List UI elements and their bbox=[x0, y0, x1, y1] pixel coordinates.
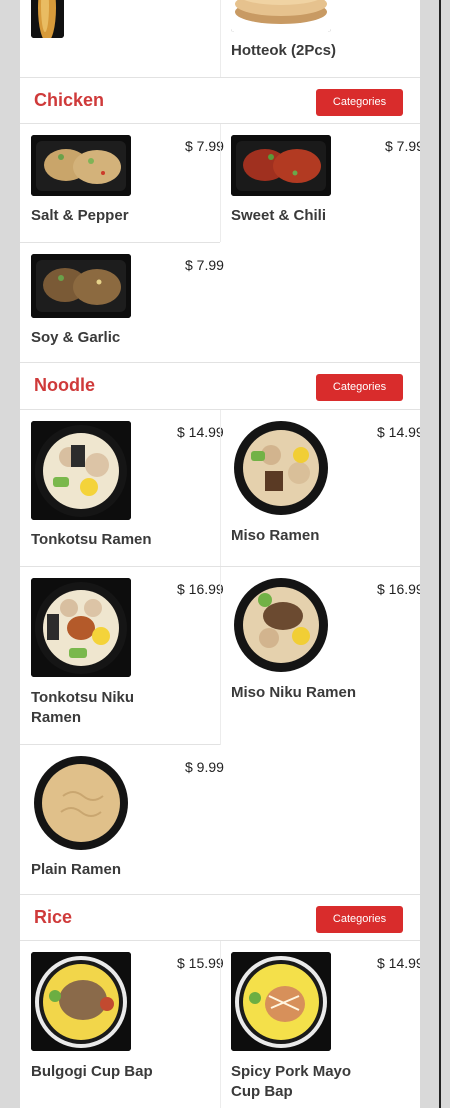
categories-button[interactable]: Categories bbox=[316, 374, 403, 401]
section-title-chicken: Chicken bbox=[34, 90, 105, 110]
spicy-pork-mayo-cup-bap-image[interactable] bbox=[231, 952, 331, 1051]
item-name: Bulgogi Cup Bap bbox=[31, 1063, 153, 1080]
section-title-noodle: Noodle bbox=[34, 375, 95, 395]
item-price: $ 14.99 bbox=[377, 955, 420, 971]
item-name: Spicy Pork Mayo Cup Bap bbox=[231, 1063, 352, 1100]
item-name: Miso Niku Ramen bbox=[231, 684, 357, 701]
hotteok-image[interactable] bbox=[231, 0, 331, 32]
grid-divider bbox=[220, 567, 221, 745]
item-price: $ 16.99 bbox=[377, 581, 420, 597]
categories-button[interactable]: Categories bbox=[316, 906, 403, 933]
bulgogi-cup-bap-image[interactable] bbox=[31, 952, 131, 1051]
row-divider bbox=[20, 744, 220, 745]
section-divider bbox=[20, 77, 420, 78]
grid-divider bbox=[220, 124, 221, 242]
section-divider bbox=[20, 362, 420, 363]
item-name: Hotteok (2Pcs) bbox=[231, 42, 337, 59]
menu-panel[interactable]: Hotteok (2Pcs) Chicken Categories $ 7.99… bbox=[20, 0, 420, 1108]
miso-ramen-image[interactable] bbox=[231, 421, 331, 516]
salt-pepper-image[interactable] bbox=[31, 135, 131, 196]
miso-niku-ramen-image[interactable] bbox=[231, 578, 331, 673]
item-name: Tonkotsu Niku Ramen bbox=[31, 689, 135, 726]
item-name: Plain Ramen bbox=[31, 861, 122, 878]
grid-divider bbox=[220, 941, 221, 1108]
item-name: Miso Ramen bbox=[231, 527, 320, 544]
corn-dog-image[interactable] bbox=[31, 0, 64, 38]
sweet-chili-image[interactable] bbox=[231, 135, 331, 196]
item-price: $ 7.99 bbox=[185, 257, 224, 273]
item-price: $ 16.99 bbox=[177, 581, 224, 597]
item-price: $ 9.99 bbox=[185, 759, 224, 775]
item-name: Salt & Pepper bbox=[31, 207, 129, 224]
item-name: Sweet & Chili bbox=[231, 207, 327, 224]
tonkotsu-ramen-image[interactable] bbox=[31, 421, 131, 520]
categories-button[interactable]: Categories bbox=[316, 89, 403, 116]
plain-ramen-image[interactable] bbox=[31, 756, 131, 851]
item-price: $ 15.99 bbox=[177, 955, 224, 971]
item-price: $ 7.99 bbox=[185, 138, 224, 154]
item-name: Tonkotsu Ramen bbox=[31, 531, 152, 548]
section-title-rice: Rice bbox=[34, 907, 73, 927]
item-price: $ 14.99 bbox=[377, 424, 420, 440]
grid-divider bbox=[220, 410, 221, 566]
tonkotsu-niku-ramen-image[interactable] bbox=[31, 578, 131, 677]
section-divider bbox=[20, 894, 420, 895]
soy-garlic-image[interactable] bbox=[31, 254, 131, 318]
item-name: Soy & Garlic bbox=[31, 329, 121, 346]
item-price: $ 7.99 bbox=[385, 138, 420, 154]
row-divider bbox=[20, 242, 220, 243]
grid-divider bbox=[220, 0, 221, 78]
item-price: $ 14.99 bbox=[177, 424, 224, 440]
screen-edge bbox=[439, 0, 441, 1108]
